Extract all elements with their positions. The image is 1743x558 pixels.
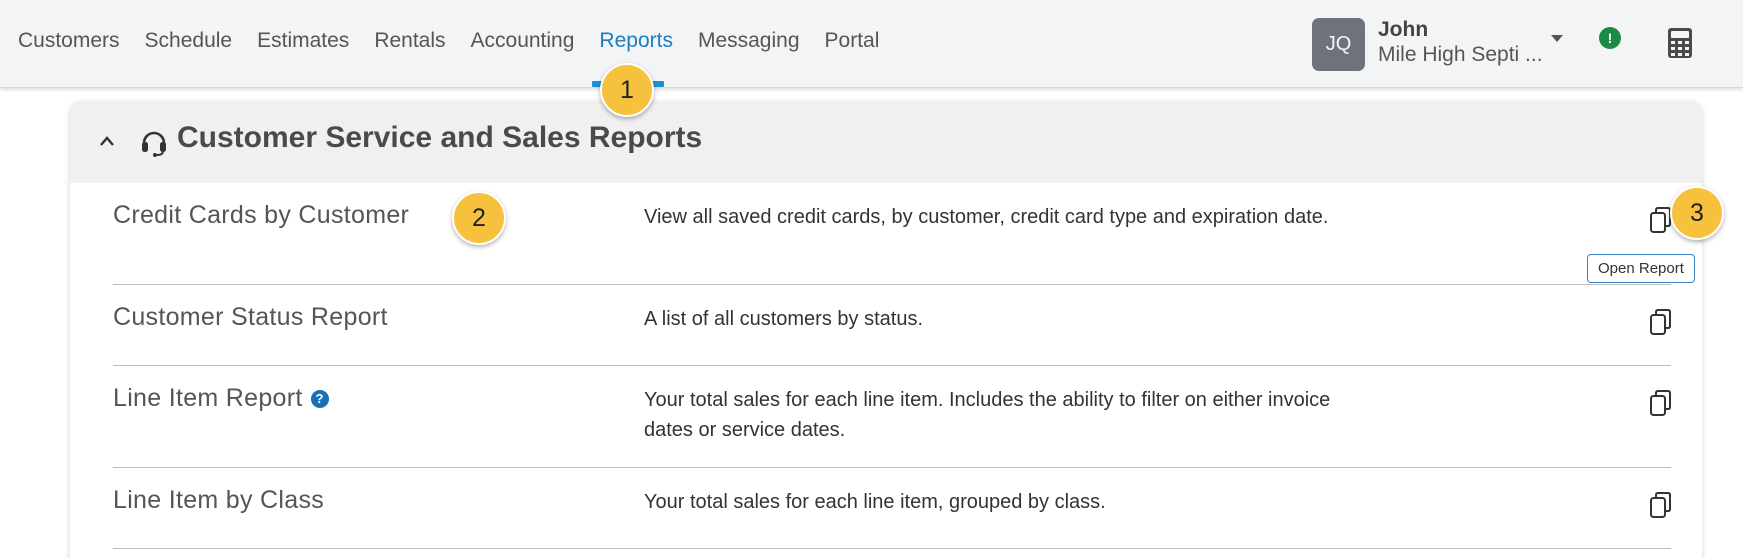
chevron-up-icon[interactable] [99, 134, 115, 152]
section-title: Customer Service and Sales Reports [177, 121, 703, 154]
report-name[interactable]: Customer Status Report [113, 303, 388, 332]
copy-icon[interactable] [1648, 389, 1674, 424]
report-section-card: Customer Service and Sales Reports Credi… [70, 103, 1702, 558]
report-description: View all saved credit cards, by customer… [644, 206, 1329, 228]
report-row[interactable]: Credit Cards by Customer View all saved … [113, 183, 1702, 285]
step-marker-3: 3 [1670, 186, 1724, 240]
help-icon[interactable]: ? [310, 389, 329, 408]
step-marker-1: 1 [600, 63, 654, 117]
calculator-icon[interactable] [1668, 28, 1692, 63]
user-avatar[interactable]: JQ [1312, 18, 1365, 71]
report-row[interactable]: Line Item Report? Your total sales for e… [113, 366, 1671, 468]
report-name[interactable]: Credit Cards by Customer [113, 201, 409, 230]
nav-messaging[interactable]: Messaging [698, 29, 800, 53]
report-row[interactable]: Line Item by Class Your total sales for … [113, 468, 1671, 549]
top-navbar: Customers Schedule Estimates Rentals Acc… [0, 0, 1743, 88]
nav-portal[interactable]: Portal [825, 29, 880, 53]
nav-customers[interactable]: Customers [18, 29, 120, 53]
report-name[interactable]: Line Item Report [113, 384, 303, 412]
open-report-icon[interactable] [1696, 488, 1702, 528]
report-name-with-help[interactable]: Line Item Report? [113, 384, 329, 413]
user-menu-caret-icon[interactable] [1551, 35, 1563, 42]
headset-icon [140, 127, 168, 162]
open-report-icon[interactable] [1696, 386, 1702, 426]
nav-accounting[interactable]: Accounting [471, 29, 575, 53]
open-report-icon[interactable] [1696, 305, 1702, 345]
report-description: Your total sales for each line item, gro… [644, 491, 1106, 513]
nav-schedule[interactable]: Schedule [145, 29, 233, 53]
report-name[interactable]: Line Item by Class [113, 486, 324, 515]
copy-icon[interactable] [1648, 308, 1674, 343]
report-description: A list of all customers by status. [644, 308, 923, 330]
nav-reports[interactable]: Reports [599, 29, 673, 53]
nav-rentals[interactable]: Rentals [374, 29, 445, 53]
user-company[interactable]: Mile High Septi ... [1378, 43, 1543, 67]
report-description: Your total sales for each line item. Inc… [644, 389, 1331, 441]
report-row[interactable]: Customer Status Report A list of all cus… [113, 285, 1671, 366]
nav-estimates[interactable]: Estimates [257, 29, 349, 53]
section-header[interactable]: Customer Service and Sales Reports [70, 103, 1702, 183]
open-report-tooltip: Open Report [1587, 254, 1695, 283]
step-marker-2: 2 [452, 191, 506, 245]
copy-icon[interactable] [1648, 491, 1674, 526]
main-nav: Customers Schedule Estimates Rentals Acc… [18, 29, 904, 53]
user-name[interactable]: John [1378, 18, 1428, 42]
alert-icon[interactable]: ! [1599, 27, 1621, 49]
